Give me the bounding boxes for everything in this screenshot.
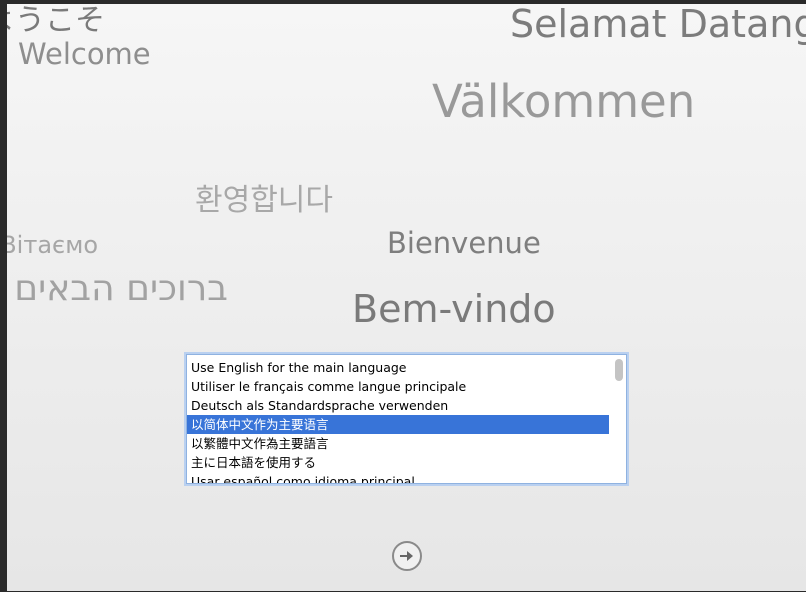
language-option-spanish[interactable]: Usar español como idioma principal (187, 472, 609, 483)
welcome-ukrainian: Вітаємо (7, 231, 98, 259)
language-option-english[interactable]: Use English for the main language (187, 358, 609, 377)
list-scrollbar[interactable] (615, 359, 623, 381)
welcome-portuguese: Bem-vindo (352, 287, 556, 331)
welcome-korean: 환영합니다 (195, 183, 333, 218)
language-list[interactable]: Use English for the main language Utilis… (186, 354, 627, 484)
language-option-german[interactable]: Deutsch als Standardsprache verwenden (187, 396, 609, 415)
welcome-english: Welcome (18, 37, 151, 71)
welcome-hebrew: ברוכים הבאים (14, 268, 228, 309)
arrow-right-circle-icon (400, 551, 413, 561)
installer-window: ようこそ Welcome Selamat Datang Välkommen 환영… (7, 4, 806, 591)
welcome-japanese: ようこそ (7, 4, 105, 38)
language-option-simplified-chinese[interactable]: 以简体中文作为主要语言 (187, 415, 609, 434)
welcome-french: Bienvenue (387, 226, 541, 260)
language-option-french[interactable]: Utiliser le français comme langue princi… (187, 377, 609, 396)
welcome-swedish: Välkommen (432, 75, 696, 128)
welcome-indonesian: Selamat Datang (510, 4, 806, 46)
language-option-japanese[interactable]: 主に日本語を使用する (187, 453, 609, 472)
next-button[interactable] (392, 541, 422, 571)
language-option-traditional-chinese[interactable]: 以繁體中文作為主要語言 (187, 434, 609, 453)
